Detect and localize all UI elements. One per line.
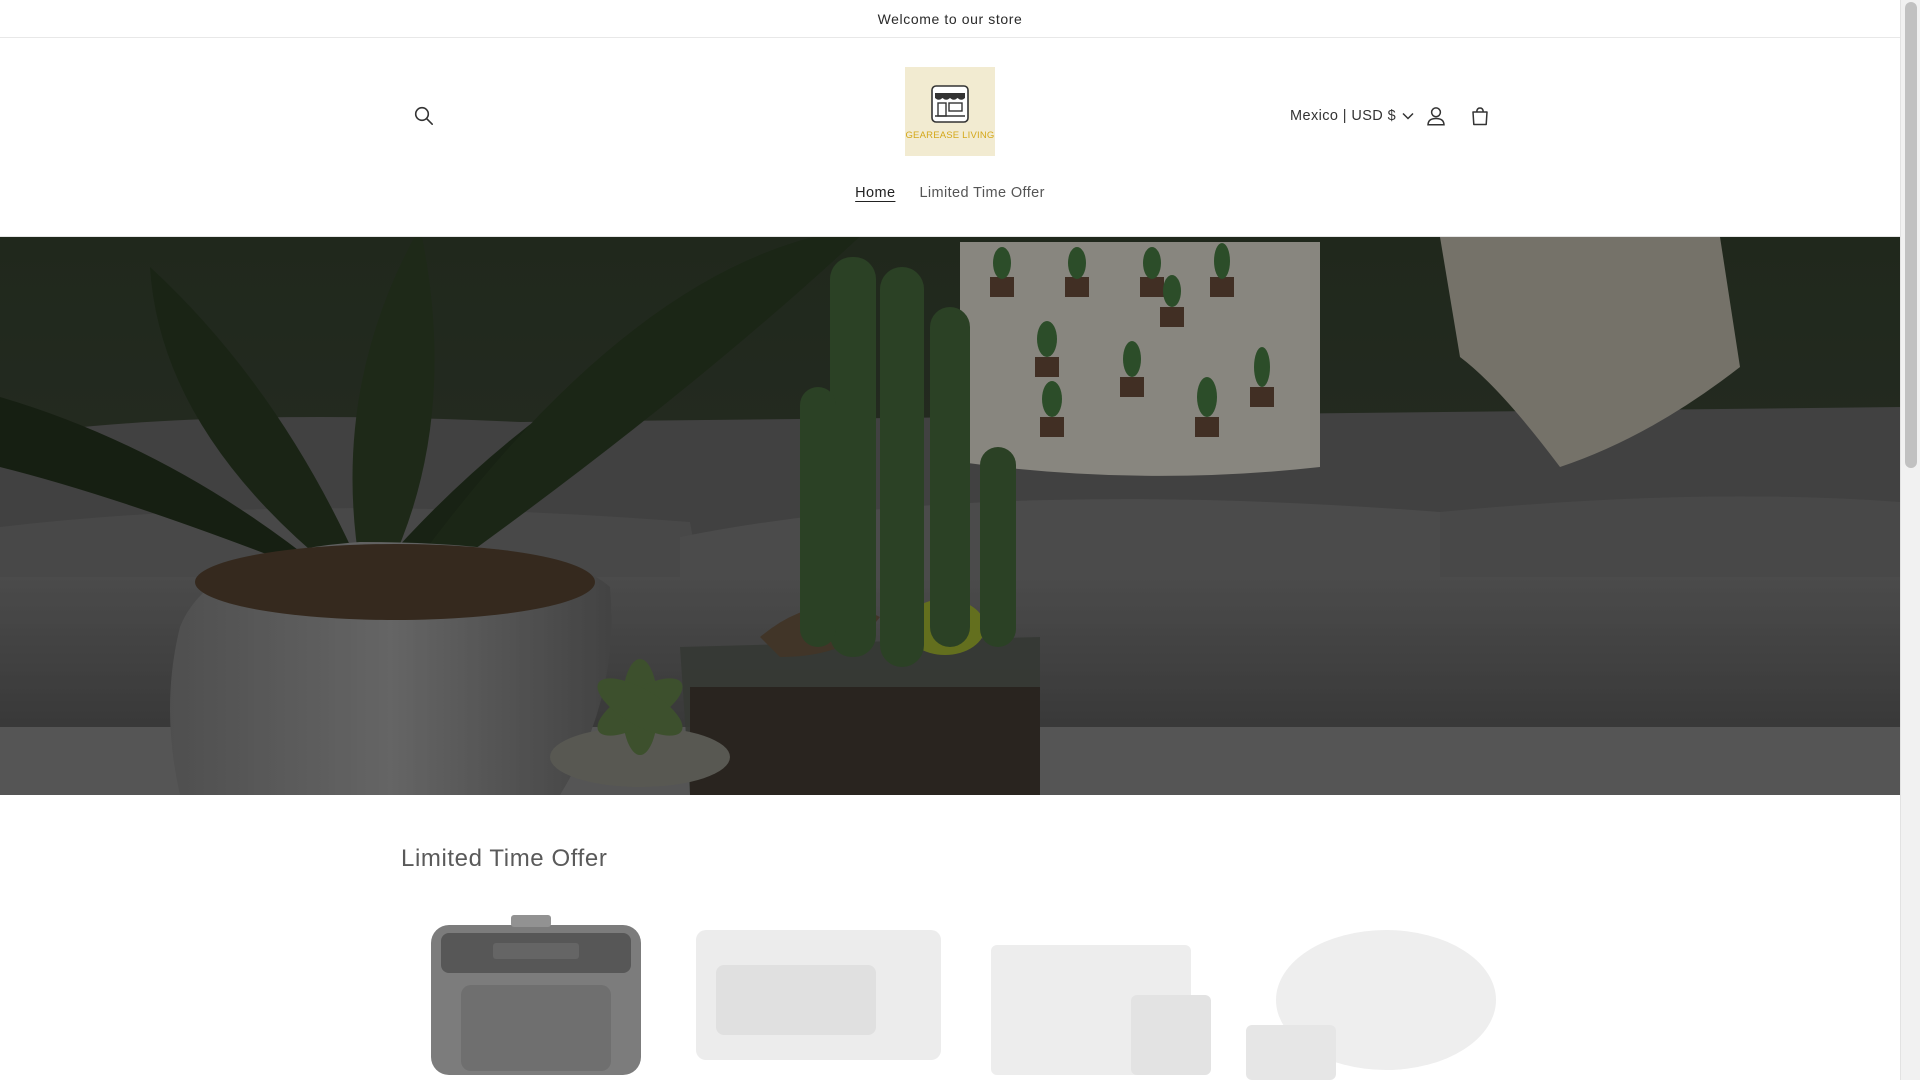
- main-content: Welcome to our store GEAREASE LIVING Mex…: [0, 0, 1900, 1080]
- hero-banner: [0, 237, 1900, 795]
- store-page: Welcome to our store GEAREASE LIVING Mex…: [0, 0, 1920, 1080]
- main-nav: Home Limited Time Offer: [0, 185, 1900, 201]
- product-image: [696, 930, 941, 1060]
- storefront-icon: [931, 85, 969, 123]
- locale-label: Mexico | USD $: [1290, 108, 1397, 124]
- cart-icon: [1472, 107, 1488, 126]
- user-icon: [1427, 107, 1445, 126]
- logo-text: GEAREASE LIVING: [905, 130, 995, 141]
- product-image: [991, 945, 1211, 1075]
- product-card[interactable]: [1246, 905, 1501, 1080]
- cart-button[interactable]: [1462, 98, 1498, 134]
- country-currency-selector[interactable]: Mexico | USD $: [1290, 98, 1414, 134]
- product-card[interactable]: [401, 905, 671, 1080]
- search-button[interactable]: [406, 98, 442, 134]
- store-logo[interactable]: GEAREASE LIVING: [905, 67, 995, 156]
- announcement-text: Welcome to our store: [877, 10, 1023, 27]
- vertical-scrollbar[interactable]: [1900, 0, 1920, 1080]
- product-card[interactable]: [971, 905, 1231, 1080]
- chevron-down-icon: [1402, 112, 1414, 120]
- nav-item-home[interactable]: Home: [855, 185, 895, 201]
- hero-image: [0, 237, 1900, 795]
- scrollbar-thumb[interactable]: [1905, 2, 1917, 468]
- account-button[interactable]: [1418, 98, 1454, 134]
- site-header: GEAREASE LIVING Mexico | USD $ Home Limi…: [0, 38, 1900, 237]
- search-icon: [414, 106, 434, 126]
- product-grid: [401, 905, 1501, 1080]
- product-card[interactable]: [686, 905, 956, 1080]
- nav-item-limited-time-offer[interactable]: Limited Time Offer: [919, 185, 1044, 201]
- air-fryer-image: [401, 905, 671, 1080]
- announcement-bar: Welcome to our store: [0, 0, 1900, 38]
- product-image: [1246, 930, 1496, 1080]
- section-title: Limited Time Offer: [401, 845, 608, 872]
